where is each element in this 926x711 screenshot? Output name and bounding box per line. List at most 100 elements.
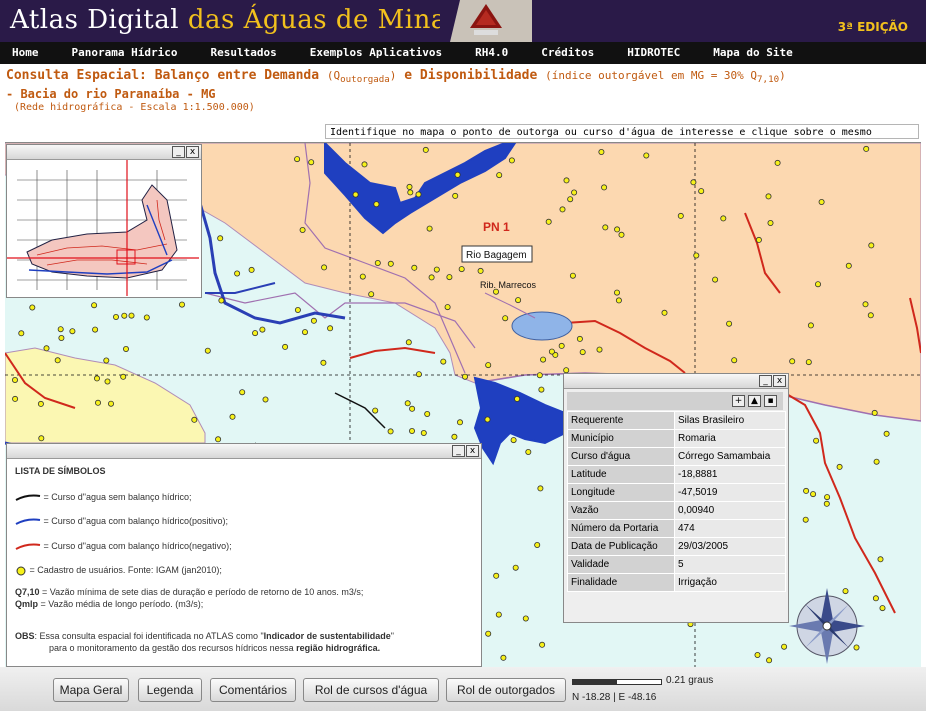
user-point[interactable]: [781, 643, 788, 650]
user-point[interactable]: [540, 356, 547, 363]
user-point[interactable]: [282, 343, 289, 350]
legend-minimize-button[interactable]: _: [452, 445, 465, 457]
user-point[interactable]: [598, 149, 605, 155]
trash-icon[interactable]: ▪: [764, 395, 777, 407]
user-point[interactable]: [18, 330, 25, 337]
user-point[interactable]: [496, 172, 503, 179]
comentarios-button[interactable]: Comentários: [210, 678, 296, 702]
user-point[interactable]: [563, 177, 570, 184]
user-point[interactable]: [842, 588, 849, 595]
user-point[interactable]: [548, 348, 555, 355]
user-point[interactable]: [601, 184, 608, 191]
user-point[interactable]: [456, 419, 463, 426]
user-point[interactable]: [94, 375, 101, 382]
user-point[interactable]: [108, 400, 115, 407]
user-point[interactable]: [424, 410, 431, 417]
user-point[interactable]: [444, 304, 451, 311]
user-point[interactable]: [538, 386, 545, 393]
user-point[interactable]: [571, 189, 578, 196]
nav-resultados[interactable]: Resultados: [210, 42, 276, 64]
user-point[interactable]: [387, 428, 394, 435]
info-panel-titlebar[interactable]: _ x: [564, 374, 788, 389]
user-point[interactable]: [525, 448, 532, 455]
user-point[interactable]: [558, 342, 565, 349]
up-arrow-icon[interactable]: ▲: [748, 395, 761, 407]
user-point[interactable]: [406, 183, 413, 190]
user-point[interactable]: [765, 193, 772, 200]
user-point[interactable]: [433, 266, 440, 273]
user-point[interactable]: [404, 400, 411, 407]
user-point[interactable]: [239, 389, 246, 396]
user-point[interactable]: [234, 270, 241, 277]
user-point[interactable]: [661, 309, 668, 316]
overview-map-panel[interactable]: _ x: [6, 144, 202, 298]
user-point[interactable]: [877, 556, 884, 563]
user-point[interactable]: [802, 516, 809, 523]
user-point[interactable]: [229, 413, 236, 420]
user-point[interactable]: [569, 272, 576, 279]
user-point[interactable]: [512, 564, 519, 571]
user-point[interactable]: [537, 485, 544, 492]
legend-close-button[interactable]: x: [466, 445, 479, 457]
user-point[interactable]: [824, 494, 831, 501]
user-point[interactable]: [321, 264, 328, 271]
user-point[interactable]: [495, 611, 502, 618]
user-point[interactable]: [248, 266, 255, 273]
user-point[interactable]: [387, 260, 394, 267]
user-point[interactable]: [128, 312, 135, 319]
user-point[interactable]: [862, 301, 869, 308]
user-point[interactable]: [204, 347, 211, 354]
user-point[interactable]: [845, 262, 852, 269]
user-point[interactable]: [807, 322, 814, 329]
user-point[interactable]: [868, 242, 875, 249]
user-point[interactable]: [461, 373, 468, 380]
user-point[interactable]: [415, 371, 422, 378]
user-point[interactable]: [12, 376, 18, 383]
user-point[interactable]: [120, 373, 127, 380]
user-point[interactable]: [774, 159, 781, 166]
user-point[interactable]: [810, 491, 817, 498]
user-point[interactable]: [38, 435, 45, 442]
user-point[interactable]: [69, 328, 76, 335]
user-point[interactable]: [178, 301, 185, 308]
user-point[interactable]: [500, 654, 507, 661]
user-point[interactable]: [143, 314, 150, 321]
user-point[interactable]: [452, 192, 459, 199]
user-point[interactable]: [320, 359, 327, 366]
user-point[interactable]: [536, 372, 543, 379]
user-point[interactable]: [58, 334, 65, 341]
add-icon[interactable]: +: [732, 395, 745, 407]
user-point[interactable]: [508, 157, 515, 164]
user-point[interactable]: [121, 312, 128, 319]
user-point[interactable]: [698, 188, 705, 195]
user-point[interactable]: [123, 345, 130, 352]
user-point[interactable]: [191, 416, 198, 423]
user-point[interactable]: [805, 359, 812, 366]
user-point[interactable]: [618, 231, 625, 238]
user-point[interactable]: [614, 289, 621, 296]
overview-map[interactable]: [7, 160, 199, 296]
user-point[interactable]: [602, 224, 609, 231]
user-point[interactable]: [361, 161, 368, 168]
user-point[interactable]: [43, 345, 50, 352]
overview-close-button[interactable]: x: [186, 146, 199, 158]
user-point[interactable]: [103, 357, 110, 364]
user-point[interactable]: [853, 644, 860, 651]
user-point[interactable]: [104, 378, 111, 385]
user-point[interactable]: [374, 260, 381, 267]
user-point[interactable]: [579, 349, 586, 356]
nav-hidrotec[interactable]: HIDROTEC: [627, 42, 680, 64]
user-point[interactable]: [368, 291, 375, 298]
overview-minimize-button[interactable]: _: [172, 146, 185, 158]
user-point[interactable]: [823, 500, 830, 507]
rol-cursos-button[interactable]: Rol de cursos d'água: [303, 678, 439, 702]
user-point[interactable]: [818, 199, 825, 206]
info-minimize-button[interactable]: _: [759, 375, 772, 387]
user-point[interactable]: [407, 189, 414, 196]
legend-panel[interactable]: _ x LISTA DE SÍMBOLOS = Curso d"agua sem…: [6, 443, 482, 667]
user-point[interactable]: [422, 146, 429, 153]
user-point[interactable]: [766, 657, 773, 664]
user-point[interactable]: [515, 297, 522, 304]
user-point[interactable]: [54, 357, 61, 364]
user-point[interactable]: [428, 274, 435, 281]
